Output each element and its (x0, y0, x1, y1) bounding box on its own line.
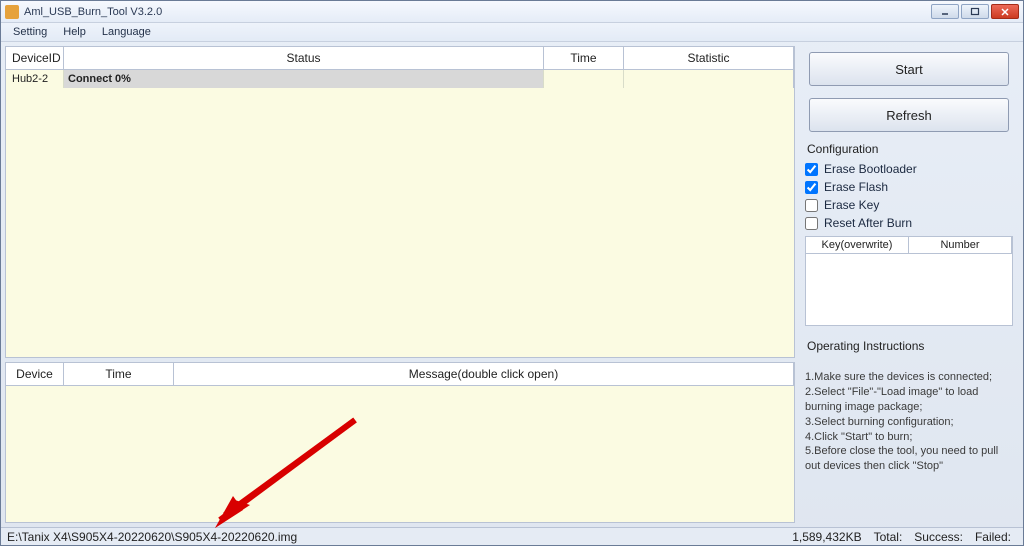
message-log-table: Device Time Message(double click open) (5, 362, 795, 523)
instruction-line: 3.Select burning configuration; (805, 415, 1013, 430)
configuration-panel: Configuration Erase Bootloader Erase Fla… (805, 142, 1013, 326)
titlebar: Aml_USB_Burn_Tool V3.2.0 (1, 1, 1023, 23)
reset-after-burn-checkbox[interactable]: Reset After Burn (805, 216, 1013, 230)
col-device[interactable]: Device (6, 363, 64, 386)
image-path: E:\Tanix X4\S905X4-20220620\S905X4-20220… (7, 530, 792, 544)
device-status-table: DeviceID Status Time Statistic Hub2-2 Co… (5, 46, 795, 358)
col-key-overwrite[interactable]: Key(overwrite) (806, 237, 909, 254)
instruction-line: 4.Click "Start" to burn; (805, 430, 1013, 445)
col-status[interactable]: Status (64, 47, 544, 70)
instructions-title: Operating Instructions (805, 338, 1013, 354)
total-label: Total: (874, 530, 903, 544)
cell-time (544, 70, 624, 88)
instruction-line: 1.Make sure the devices is connected; (805, 370, 1013, 385)
instruction-line: 2.Select "File"-"Load image" to load bur… (805, 385, 1013, 415)
erase-bootloader-checkbox[interactable]: Erase Bootloader (805, 162, 1013, 176)
menubar: Setting Help Language (1, 23, 1023, 42)
app-icon (5, 5, 19, 19)
erase-flash-checkbox[interactable]: Erase Flash (805, 180, 1013, 194)
failed-label: Failed: (975, 530, 1011, 544)
maximize-button[interactable] (961, 4, 989, 19)
window-title: Aml_USB_Burn_Tool V3.2.0 (24, 6, 931, 18)
image-size: 1,589,432KB (792, 530, 861, 544)
menu-help[interactable]: Help (55, 24, 94, 40)
col-statistic[interactable]: Statistic (624, 47, 794, 70)
instruction-line: 5.Before close the tool, you need to pul… (805, 444, 1013, 474)
checkbox-input[interactable] (805, 163, 818, 176)
minimize-button[interactable] (931, 4, 959, 19)
checkbox-label: Erase Bootloader (824, 162, 917, 176)
statusbar: E:\Tanix X4\S905X4-20220620\S905X4-20220… (1, 527, 1023, 545)
checkbox-label: Erase Flash (824, 180, 888, 194)
col-key-number[interactable]: Number (909, 237, 1012, 254)
close-button[interactable] (991, 4, 1019, 19)
checkbox-input[interactable] (805, 217, 818, 230)
operating-instructions: Operating Instructions 1.Make sure the d… (805, 338, 1013, 474)
cell-statistic (624, 70, 794, 88)
checkbox-input[interactable] (805, 181, 818, 194)
checkbox-label: Reset After Burn (824, 216, 912, 230)
erase-key-checkbox[interactable]: Erase Key (805, 198, 1013, 212)
menu-setting[interactable]: Setting (5, 24, 55, 40)
key-table: Key(overwrite) Number (805, 236, 1013, 326)
col-message[interactable]: Message(double click open) (174, 363, 794, 386)
col-time[interactable]: Time (544, 47, 624, 70)
checkbox-input[interactable] (805, 199, 818, 212)
cell-status: Connect 0% (64, 70, 544, 88)
col-log-time[interactable]: Time (64, 363, 174, 386)
refresh-button[interactable]: Refresh (809, 98, 1009, 132)
checkbox-label: Erase Key (824, 198, 879, 212)
menu-language[interactable]: Language (94, 24, 159, 40)
col-deviceid[interactable]: DeviceID (6, 47, 64, 70)
cell-deviceid: Hub2-2 (6, 70, 64, 88)
start-button[interactable]: Start (809, 52, 1009, 86)
configuration-title: Configuration (805, 142, 1013, 156)
table-row[interactable]: Hub2-2 Connect 0% (6, 70, 794, 88)
success-label: Success: (914, 530, 963, 544)
